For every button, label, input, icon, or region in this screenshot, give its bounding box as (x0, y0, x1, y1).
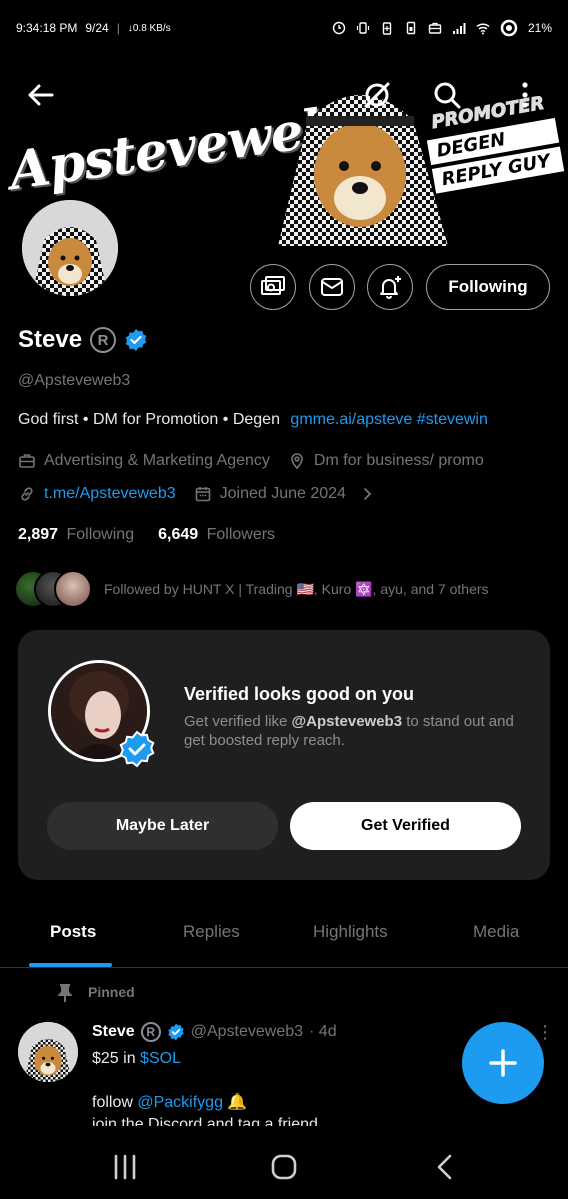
followed-by-text: Followed by HUNT X | Trading 🇺🇸, Kuro 🔯,… (104, 580, 489, 597)
name-row: Steve R (18, 326, 148, 354)
following-count-link[interactable]: 2,897 Following (18, 526, 134, 544)
post-more-icon[interactable]: ⋮ (536, 1022, 554, 1043)
profile-meta-row-2: t.me/Apsteveweb3 Joined June 2024 (18, 485, 376, 503)
briefcase-icon (19, 454, 35, 468)
avatar-dog-image (18, 1022, 78, 1082)
post-mention[interactable]: @Packifygg (137, 1094, 223, 1111)
system-back-icon[interactable] (430, 1152, 460, 1182)
verified-promo-card: Verified looks good on you Get verified … (18, 630, 550, 880)
verified-badge-icon[interactable] (124, 328, 148, 352)
maybe-later-button[interactable]: Maybe Later (47, 802, 278, 850)
wifi-icon (476, 23, 490, 35)
following-count: 2,897 (18, 526, 59, 543)
followed-by-row[interactable]: Followed by HUNT X | Trading 🇺🇸, Kuro 🔯,… (14, 570, 489, 608)
tab-media[interactable]: Media (473, 922, 519, 942)
compose-button[interactable] (462, 1022, 544, 1104)
followers-count: 6,649 (158, 526, 199, 543)
battery-percent: 21% (527, 21, 552, 35)
post-cashtag[interactable]: $SOL (140, 1050, 181, 1067)
promo-sub-handle: @Apsteveweb3 (291, 713, 403, 730)
profile-website-link[interactable]: t.me/Apsteveweb3 (44, 485, 176, 503)
money-icon (261, 276, 285, 295)
tab-replies[interactable]: Replies (183, 922, 240, 942)
post-timestamp: · 4d (309, 1023, 337, 1040)
mutual-avatars (14, 570, 92, 608)
avatar-dog-image (22, 200, 118, 296)
post-line1-text: $25 in (92, 1050, 136, 1067)
promo-subtitle: Get verified like @Apsteveweb3 to stand … (184, 712, 524, 750)
profile-meta-row-1: Advertising & Marketing Agency Dm for bu… (18, 452, 484, 470)
status-speed: ↓0.8 KB/s (127, 22, 171, 34)
notifications-button[interactable] (367, 264, 413, 310)
post-body[interactable]: $25 in $SOL follow @Packifygg 🔔 join the… (92, 1048, 318, 1136)
bell-emoji-icon: 🔔 (227, 1094, 248, 1111)
profile-bio: God first • DM for Promotion • Degen gmm… (18, 411, 488, 429)
bell-plus-icon (380, 276, 401, 299)
post-author-handle: @Apsteveweb3 (190, 1023, 304, 1040)
post-author-name[interactable]: Steve (92, 1023, 135, 1041)
vibrate-icon (356, 22, 370, 34)
message-button[interactable] (309, 264, 355, 310)
chevron-right-icon[interactable] (358, 485, 376, 503)
battery-saver-icon (382, 22, 392, 35)
mutual-avatar (54, 570, 92, 608)
recent-apps-icon[interactable] (110, 1152, 140, 1182)
registered-badge: R (140, 1022, 161, 1042)
briefcase-status-icon (428, 22, 442, 34)
signal-icon (452, 23, 466, 34)
active-tab-indicator (29, 963, 112, 967)
promo-title: Verified looks good on you (184, 684, 415, 704)
tab-highlights[interactable]: Highlights (313, 922, 388, 942)
grok-icon[interactable] (362, 80, 392, 110)
verified-badge-icon (119, 730, 155, 768)
following-label: Following (66, 526, 135, 543)
post-header: Steve R @Apsteveweb3 · 4d (92, 1022, 337, 1042)
back-arrow-icon[interactable] (26, 80, 56, 110)
profile-tabs: Posts Replies Highlights Media (0, 906, 568, 968)
plus-icon (489, 1049, 517, 1077)
pin-icon (58, 984, 72, 1002)
followers-count-link[interactable]: 6,649 Followers (158, 526, 275, 544)
registered-badge[interactable]: R (90, 327, 117, 353)
tab-posts[interactable]: Posts (50, 922, 96, 942)
battery-ring-icon (500, 19, 518, 37)
pinned-label: Pinned (88, 984, 135, 1000)
tips-button[interactable] (250, 264, 296, 310)
bio-text: God first • DM for Promotion • Degen (18, 411, 280, 428)
promo-sub-prefix: Get verified like (184, 713, 288, 730)
status-date: 9/24 (85, 21, 109, 35)
follow-counts: 2,897 Following 6,649 Followers (18, 526, 275, 544)
status-bar: 9:34:18 PM 9/24 | ↓0.8 KB/s 21% (16, 19, 552, 37)
post-line2-text: follow (92, 1094, 133, 1111)
profile-location: Dm for business/ promo (313, 452, 484, 469)
following-button[interactable]: Following (426, 264, 550, 310)
status-time: 9:34:18 PM (16, 21, 78, 35)
pinned-label-row: Pinned (56, 982, 135, 1002)
followers-label: Followers (206, 526, 276, 543)
get-verified-button[interactable]: Get Verified (290, 802, 521, 850)
more-options-icon[interactable] (510, 80, 540, 110)
home-icon[interactable] (269, 1152, 299, 1182)
calendar-icon (195, 487, 210, 502)
system-navigation-bar (0, 1134, 568, 1199)
sim-icon (406, 21, 416, 35)
verified-badge-icon (167, 1023, 184, 1041)
post-author-avatar[interactable] (18, 1022, 78, 1082)
profile-avatar[interactable] (18, 196, 122, 300)
envelope-icon (321, 278, 343, 296)
bio-hashtag[interactable]: #stevewin (417, 411, 488, 428)
profile-handle: @Apsteveweb3 (18, 372, 131, 389)
bio-link[interactable]: gmme.ai/apsteve (290, 411, 412, 428)
search-icon[interactable] (432, 80, 462, 110)
location-pin-icon (291, 453, 303, 470)
alarm-icon (332, 21, 346, 35)
profile-category: Advertising & Marketing Agency (44, 452, 270, 469)
display-name: Steve (18, 326, 83, 353)
link-icon (21, 487, 33, 501)
profile-joined: Joined June 2024 (219, 485, 346, 502)
